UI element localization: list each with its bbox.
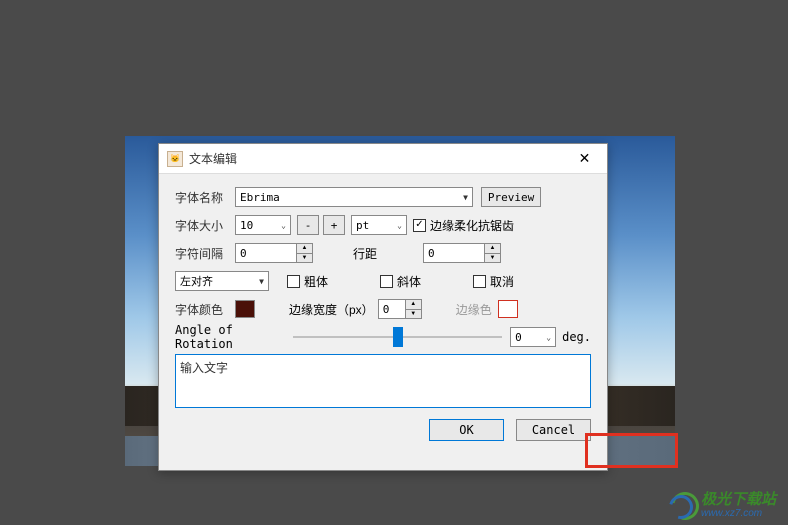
checkbox-empty-icon: [473, 275, 486, 288]
chevron-down-icon: ▼: [463, 193, 468, 202]
watermark-en: www.xz7.com: [701, 508, 776, 519]
app-icon: 🐱: [167, 151, 183, 167]
font-size-unit: pt: [356, 219, 369, 232]
font-size-select[interactable]: 10 ⌄: [235, 215, 291, 235]
edge-width-value: 0: [383, 303, 390, 316]
edge-width-spinner[interactable]: 0 ▲▼: [378, 299, 422, 319]
spinner-up-icon[interactable]: ▲: [297, 244, 312, 254]
bold-checkbox[interactable]: 粗体: [287, 273, 328, 290]
strike-checkbox[interactable]: 取消: [473, 273, 514, 290]
align-value: 左对齐: [180, 273, 213, 289]
preview-button[interactable]: Preview: [481, 187, 541, 207]
cancel-button[interactable]: Cancel: [516, 419, 591, 441]
dialog-title: 文本编辑: [189, 150, 237, 167]
font-size-value: 10: [240, 219, 253, 232]
strike-label: 取消: [490, 273, 514, 290]
watermark-logo-icon: [669, 492, 695, 518]
char-spacing-spinner[interactable]: 0 ▲▼: [235, 243, 313, 263]
line-spacing-value: 0: [428, 247, 435, 260]
rotation-unit: deg.: [562, 330, 591, 344]
titlebar: 🐱 文本编辑 ✕: [159, 144, 607, 174]
spinner-down-icon[interactable]: ▼: [297, 254, 312, 263]
edge-color-label: 边缘色: [456, 301, 492, 318]
font-color-label: 字体颜色: [175, 301, 235, 318]
font-size-plus-button[interactable]: +: [323, 215, 345, 235]
rotation-label: Angle of Rotation: [175, 323, 285, 351]
char-spacing-value: 0: [240, 247, 247, 260]
char-spacing-label: 字符间隔: [175, 245, 235, 262]
chevron-down-icon: ⌄: [546, 333, 551, 342]
chevron-down-icon: ⌄: [397, 221, 402, 230]
font-size-unit-select[interactable]: pt ⌄: [351, 215, 407, 235]
font-size-minus-button[interactable]: -: [297, 215, 319, 235]
spinner-down-icon[interactable]: ▼: [485, 254, 500, 263]
font-size-label: 字体大小: [175, 217, 235, 234]
rotation-slider[interactable]: [293, 336, 502, 338]
chevron-down-icon: ▼: [259, 277, 264, 286]
checkbox-empty-icon: [287, 275, 300, 288]
dialog-form: 字体名称 Ebrima ▼ Preview 字体大小 10 ⌄ - + pt ⌄: [159, 174, 607, 453]
antialias-checkbox[interactable]: ✓ 边缘柔化抗锯齿: [413, 217, 514, 234]
italic-checkbox[interactable]: 斜体: [380, 273, 421, 290]
font-name-select[interactable]: Ebrima ▼: [235, 187, 473, 207]
chevron-down-icon: ⌄: [281, 221, 286, 230]
line-spacing-spinner[interactable]: 0 ▲▼: [423, 243, 501, 263]
close-icon: ✕: [579, 150, 591, 167]
slider-thumb[interactable]: [393, 327, 403, 347]
text-input[interactable]: [175, 354, 591, 408]
line-spacing-label: 行距: [353, 245, 393, 262]
edge-color-swatch[interactable]: [498, 300, 518, 318]
spinner-down-icon[interactable]: ▼: [406, 310, 421, 319]
watermark: 极光下载站 www.xz7.com: [669, 492, 776, 520]
rotation-value-select[interactable]: 0 ⌄: [510, 327, 556, 347]
font-name-value: Ebrima: [240, 191, 280, 204]
antialias-label: 边缘柔化抗锯齿: [430, 217, 514, 234]
watermark-cn: 极光下载站: [701, 492, 776, 509]
italic-label: 斜体: [397, 273, 421, 290]
spinner-up-icon[interactable]: ▲: [485, 244, 500, 254]
ok-button[interactable]: OK: [429, 419, 504, 441]
bold-label: 粗体: [304, 273, 328, 290]
checkbox-checked-icon: ✓: [413, 219, 426, 232]
close-button[interactable]: ✕: [562, 144, 607, 174]
rotation-value: 0: [515, 331, 522, 344]
font-name-label: 字体名称: [175, 189, 235, 206]
checkbox-empty-icon: [380, 275, 393, 288]
spinner-up-icon[interactable]: ▲: [406, 300, 421, 310]
text-edit-dialog: 🐱 文本编辑 ✕ 字体名称 Ebrima ▼ Preview 字体大小 10 ⌄…: [158, 143, 608, 471]
align-select[interactable]: 左对齐 ▼: [175, 271, 269, 291]
font-color-swatch[interactable]: [235, 300, 255, 318]
edge-width-label: 边缘宽度（px）: [289, 301, 374, 318]
